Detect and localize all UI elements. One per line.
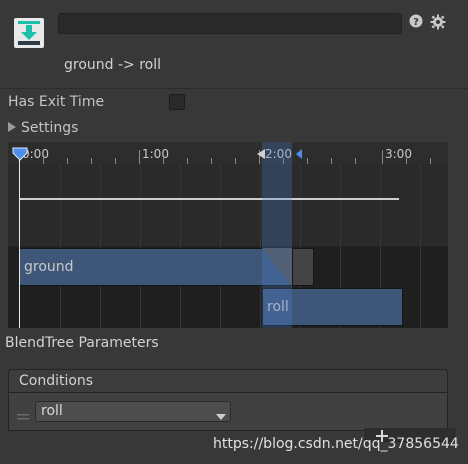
grid-line (220, 164, 221, 328)
grid-line (180, 164, 181, 328)
settings-foldout-label[interactable]: Settings (21, 120, 78, 136)
transition-end-marker-icon[interactable] (295, 148, 303, 160)
gear-icon[interactable] (430, 14, 446, 30)
grid-line (420, 164, 421, 328)
ruler-tick-major (139, 150, 140, 164)
has-exit-time-checkbox[interactable] (169, 94, 185, 110)
conditions-title: Conditions (19, 373, 94, 389)
ruler-tick-label: 3:00 (385, 147, 412, 161)
ruler-tick-minor (115, 158, 116, 164)
header-divider (0, 88, 468, 89)
transition-icon (12, 16, 46, 50)
condition-parameter-value: roll (41, 403, 63, 419)
transition-name-field[interactable] (58, 13, 402, 34)
conditions-header: Conditions (8, 369, 448, 393)
ruler-tick-major (382, 150, 383, 164)
grid-line (260, 164, 261, 328)
transition-blend-region[interactable] (262, 142, 292, 328)
settings-foldout-arrow-icon[interactable] (7, 121, 17, 133)
playhead-line (19, 156, 20, 328)
ruler-tick-minor (67, 158, 68, 164)
conditions-list: roll (8, 393, 448, 431)
ruler-tick-minor (91, 158, 92, 164)
source-state-bar[interactable]: ground (19, 248, 293, 286)
grid-line (60, 164, 61, 328)
ruler-tick-minor (235, 158, 236, 164)
ruler-tick-minor (187, 158, 188, 164)
condition-parameter-dropdown[interactable]: roll (35, 401, 231, 422)
watermark-text: https://blog.csdn.net/qq_37856544 (213, 436, 459, 452)
transition-timeline[interactable]: 0:00 1:00 2:00 3:00 ground roll (8, 142, 448, 328)
transition-title: ground -> roll (64, 57, 162, 73)
transition-start-marker-icon[interactable] (256, 148, 266, 160)
chevron-down-icon (216, 409, 226, 420)
grid-line (100, 164, 101, 328)
drag-handle-icon[interactable] (17, 409, 29, 420)
blend-tree-parameters-label: BlendTree Parameters (5, 335, 159, 351)
has-exit-time-label: Has Exit Time (8, 94, 105, 110)
playhead-marker-icon[interactable] (12, 147, 28, 161)
grid-line (140, 164, 141, 328)
help-icon[interactable]: ? (409, 14, 423, 28)
source-state-label: ground (24, 259, 74, 275)
ruler-tick-minor (331, 158, 332, 164)
source-state-extension (292, 248, 314, 286)
ruler-tick-minor (430, 158, 431, 164)
timeline-curve-track (8, 164, 448, 246)
ruler-tick-minor (355, 158, 356, 164)
ruler-tick-minor (211, 158, 212, 164)
ruler-tick-label: 1:00 (142, 147, 169, 161)
svg-text:?: ? (413, 17, 419, 28)
ruler-tick-minor (307, 158, 308, 164)
transition-curve-line (19, 198, 399, 200)
